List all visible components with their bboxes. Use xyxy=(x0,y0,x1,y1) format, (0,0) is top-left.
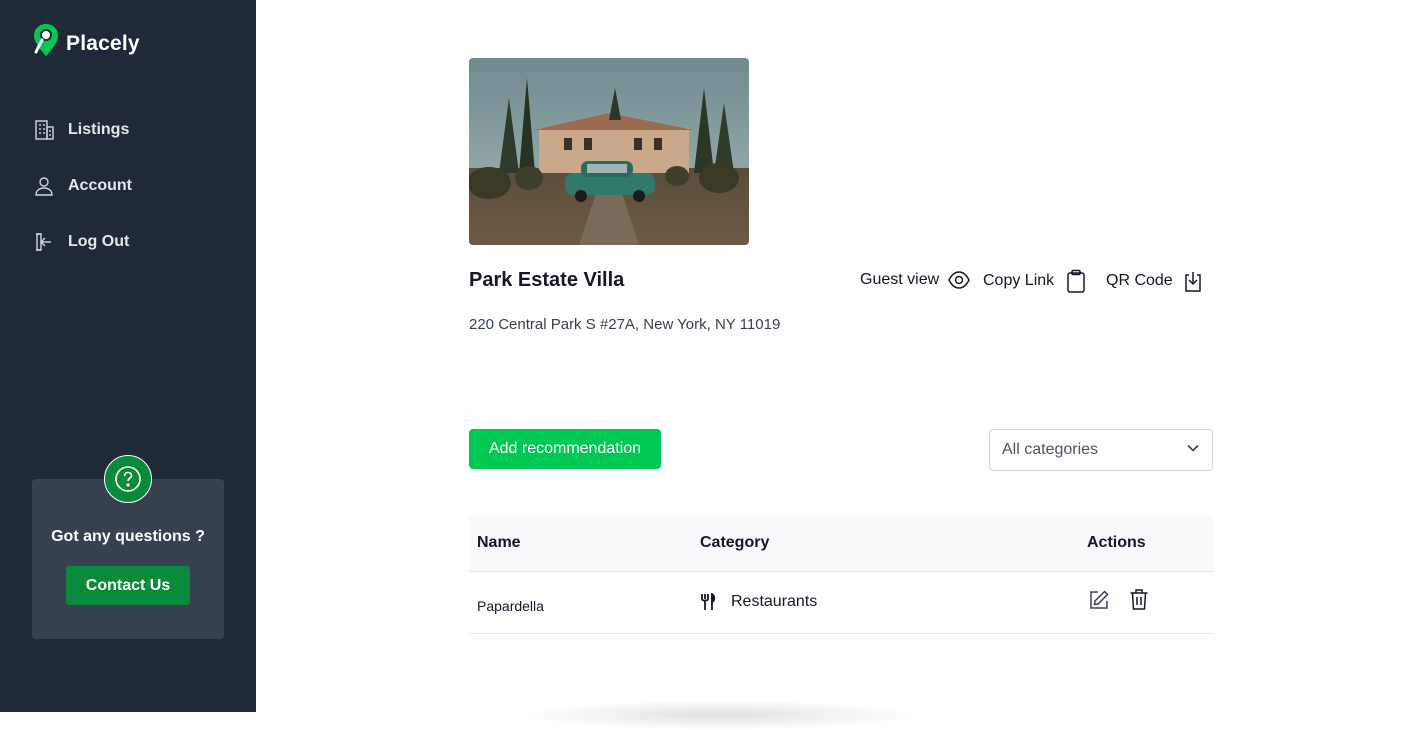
logout-icon xyxy=(32,230,56,254)
copy-link-label: Copy Link xyxy=(983,272,1055,289)
sidebar-item-account[interactable]: Account xyxy=(32,174,132,198)
footer-shadow xyxy=(520,700,920,730)
clipboard-icon xyxy=(1066,269,1086,293)
guest-view-label: Guest view xyxy=(860,271,940,288)
trash-icon[interactable] xyxy=(1129,588,1149,616)
copy-link-button[interactable]: Copy Link xyxy=(983,269,1086,293)
listing-title: Park Estate Villa xyxy=(469,269,625,291)
listing-address: 220 Central Park S #27A, New York, NY 11… xyxy=(469,316,781,333)
sidebar-item-listings[interactable]: Listings xyxy=(32,118,129,142)
guest-view-button[interactable]: Guest view xyxy=(860,269,971,291)
row-name: Papardella xyxy=(477,598,544,614)
table-row: Papardella Restaurants xyxy=(469,572,1213,634)
contact-us-button[interactable]: Contact Us xyxy=(66,566,190,605)
building-icon xyxy=(32,118,56,142)
sidebar-item-label: Listings xyxy=(68,121,130,138)
download-icon xyxy=(1183,269,1203,293)
category-select[interactable]: All categories xyxy=(989,429,1213,471)
sidebar-item-label: Log Out xyxy=(68,233,130,250)
add-recommendation-button[interactable]: Add recommendation xyxy=(469,429,661,469)
qr-code-label: QR Code xyxy=(1106,272,1173,289)
app-name: Placely xyxy=(66,31,140,55)
table-header: Name Category Actions xyxy=(469,515,1213,572)
help-title: Got any questions ? xyxy=(51,528,205,545)
logo[interactable]: Placely xyxy=(32,22,140,65)
sidebar-item-label: Account xyxy=(68,177,132,194)
user-icon xyxy=(32,174,56,198)
help-card xyxy=(32,479,224,639)
utensils-icon xyxy=(700,592,716,616)
category-select-value: All categories xyxy=(1002,441,1099,458)
question-icon xyxy=(104,455,152,503)
column-header-category: Category xyxy=(700,534,770,551)
map-pin-logo-icon xyxy=(32,22,60,65)
edit-icon[interactable] xyxy=(1088,589,1110,616)
column-header-actions: Actions xyxy=(1087,534,1146,551)
eye-icon xyxy=(947,269,971,291)
sidebar: Placely Listings Account Log Out Got any… xyxy=(0,0,256,712)
column-header-name: Name xyxy=(477,534,521,551)
qr-code-button[interactable]: QR Code xyxy=(1106,269,1203,293)
sidebar-item-logout[interactable]: Log Out xyxy=(32,230,129,254)
chevron-down-icon xyxy=(1186,441,1200,460)
listing-photo xyxy=(469,58,749,245)
row-category: Restaurants xyxy=(731,593,818,610)
